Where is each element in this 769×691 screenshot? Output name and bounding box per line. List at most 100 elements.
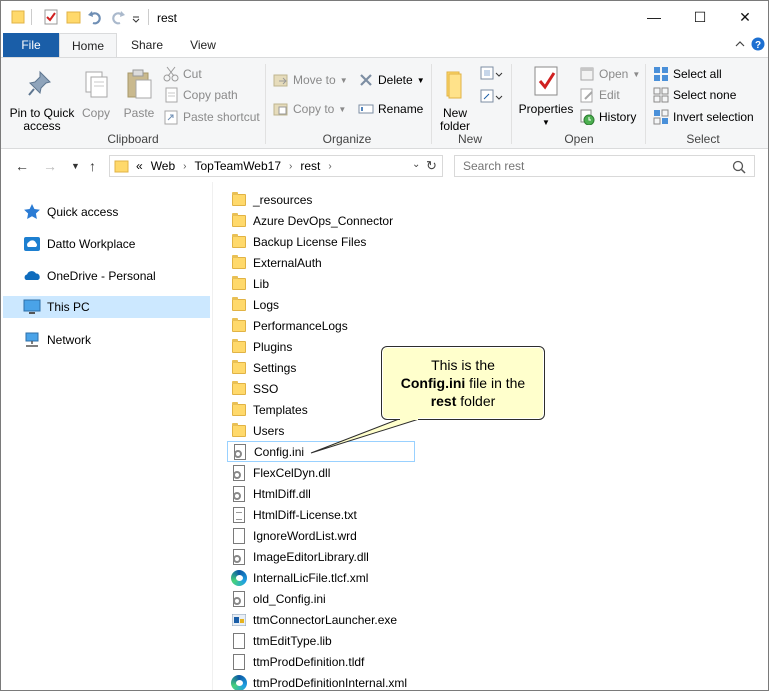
- cut-button[interactable]: Cut: [163, 64, 202, 84]
- properties-icon[interactable]: [43, 8, 59, 26]
- folder-icon: [231, 254, 247, 271]
- cloud-icon: [24, 237, 40, 251]
- breadcrumb-chevron-icon[interactable]: ›: [328, 161, 331, 172]
- nav-item-datto-workplace[interactable]: Datto Workplace: [3, 233, 210, 255]
- rename-button[interactable]: Rename: [358, 99, 423, 119]
- select-none-button[interactable]: Select none: [653, 85, 736, 105]
- address-bar[interactable]: « Web › TopTeamWeb17 › rest › ⌄ ↻: [109, 155, 443, 177]
- file-name: Azure DevOps_Connector: [253, 213, 394, 228]
- new-folder-icon[interactable]: [66, 8, 82, 26]
- file-row[interactable]: ttmEditType.lib: [227, 630, 417, 651]
- folder-row[interactable]: Backup License Files: [227, 231, 417, 252]
- executable-icon: [231, 612, 247, 628]
- folder-icon: [231, 191, 247, 208]
- tab-view[interactable]: View: [179, 33, 227, 57]
- folder-row[interactable]: _resources: [227, 189, 417, 210]
- settings-file-icon: [232, 443, 248, 460]
- network-icon: [25, 332, 39, 347]
- file-row[interactable]: ImageEditorLibrary.dll: [227, 546, 417, 567]
- file-row[interactable]: ttmProdDefinitionInternal.xml: [227, 672, 417, 690]
- close-button[interactable]: ✕: [722, 1, 768, 33]
- paste-button[interactable]: Paste: [121, 68, 157, 120]
- recent-locations-button[interactable]: ▼: [71, 161, 80, 171]
- new-folder-button[interactable]: New folder: [435, 68, 475, 133]
- redo-icon[interactable]: [110, 8, 126, 26]
- edit-button[interactable]: Edit: [579, 85, 620, 105]
- breadcrumb-chevron-icon[interactable]: ›: [289, 161, 292, 172]
- folder-row[interactable]: Logs: [227, 294, 417, 315]
- forward-button[interactable]: →: [43, 158, 57, 174]
- breadcrumb-rest[interactable]: rest: [300, 159, 320, 173]
- nav-label: Network: [47, 333, 92, 347]
- select-all-button[interactable]: Select all: [653, 64, 722, 84]
- move-to-button[interactable]: Move to ▼: [273, 70, 348, 90]
- file-row[interactable]: ttmConnectorLauncher.exe: [227, 609, 417, 630]
- folder-row[interactable]: Users: [227, 420, 417, 441]
- delete-button[interactable]: Delete ▼: [358, 70, 425, 90]
- customize-toolbar-chevron-icon[interactable]: [131, 8, 141, 26]
- address-dropdown-chevron-icon[interactable]: ⌄: [412, 159, 420, 170]
- pin-to-quick-access-button[interactable]: Pin to Quick access: [7, 68, 77, 133]
- scissors-icon: [163, 66, 179, 82]
- file-row[interactable]: IgnoreWordList.wrd: [227, 525, 417, 546]
- tab-file[interactable]: File: [3, 33, 59, 57]
- back-button[interactable]: ←: [15, 158, 29, 174]
- history-button[interactable]: History: [579, 107, 636, 127]
- callout-line1: This is the: [431, 357, 495, 373]
- open-button[interactable]: Open ▼: [579, 64, 640, 84]
- new-item-icon[interactable]: [479, 65, 503, 83]
- clipboard-group-label: Clipboard: [107, 132, 159, 146]
- copy-path-label: Copy path: [183, 88, 238, 102]
- file-row[interactable]: HtmlDiff.dll: [227, 483, 417, 504]
- nav-item-network[interactable]: Network: [3, 329, 210, 351]
- folder-row[interactable]: PerformanceLogs: [227, 315, 417, 336]
- file-row[interactable]: Config.ini: [227, 441, 415, 462]
- maximize-button[interactable]: ☐: [677, 1, 723, 33]
- undo-icon[interactable]: [87, 8, 103, 26]
- folder-row[interactable]: Azure DevOps_Connector: [227, 210, 417, 231]
- pin-icon: [28, 70, 51, 96]
- expand-ribbon-chevron-icon[interactable]: [734, 37, 746, 51]
- close-icon: ✕: [739, 8, 751, 25]
- chevron-down-icon: ▼: [632, 69, 641, 79]
- chevron-down-icon: ▼: [338, 104, 347, 114]
- copy-path-button[interactable]: Copy path: [163, 85, 238, 105]
- file-row[interactable]: old_Config.ini: [227, 588, 417, 609]
- folder-row[interactable]: ExternalAuth: [227, 252, 417, 273]
- search-input[interactable]: [463, 159, 723, 173]
- file-row[interactable]: ttmProdDefinition.tldf: [227, 651, 417, 672]
- copy-button[interactable]: Copy: [79, 68, 113, 120]
- file-row[interactable]: FlexCelDyn.dll: [227, 462, 417, 483]
- invert-selection-button[interactable]: Invert selection: [653, 107, 754, 127]
- search-icon[interactable]: [732, 160, 746, 174]
- up-button[interactable]: ↑: [89, 158, 96, 174]
- folder-icon[interactable]: [11, 8, 25, 26]
- file-row[interactable]: InternalLicFile.tlcf.xml: [227, 567, 417, 588]
- file-name: ttmConnectorLauncher.exe: [253, 612, 398, 627]
- folder-row[interactable]: Lib: [227, 273, 417, 294]
- folder-icon: [231, 338, 247, 355]
- nav-item-this-pc[interactable]: This PC: [3, 296, 210, 318]
- minimize-button[interactable]: —: [631, 1, 677, 33]
- properties-button[interactable]: Properties ▼: [517, 64, 575, 129]
- breadcrumb-topteamweb17[interactable]: TopTeamWeb17: [195, 159, 282, 173]
- nav-item-quick-access[interactable]: Quick access: [3, 201, 210, 223]
- file-row[interactable]: HtmlDiff-License.txt: [227, 504, 417, 525]
- breadcrumb-overflow[interactable]: «: [136, 159, 143, 173]
- tab-share[interactable]: Share: [123, 33, 171, 57]
- select-none-icon: [653, 87, 669, 103]
- file-name: Users: [253, 423, 285, 438]
- paste-shortcut-button[interactable]: Paste shortcut: [163, 107, 260, 127]
- new-folder-icon: [446, 71, 462, 99]
- help-icon[interactable]: ?: [751, 37, 765, 51]
- breadcrumb-chevron-icon[interactable]: ›: [183, 161, 186, 172]
- text-file-icon: [231, 506, 247, 523]
- copy-to-button[interactable]: Copy to ▼: [273, 99, 346, 119]
- easy-access-icon[interactable]: [479, 88, 503, 106]
- folder-icon: [231, 317, 247, 334]
- refresh-icon[interactable]: ↻: [426, 158, 437, 174]
- nav-item-onedrive-personal[interactable]: OneDrive - Personal: [3, 265, 210, 287]
- tab-home[interactable]: Home: [59, 33, 117, 58]
- search-box[interactable]: [454, 155, 755, 177]
- breadcrumb-web[interactable]: Web: [151, 159, 175, 173]
